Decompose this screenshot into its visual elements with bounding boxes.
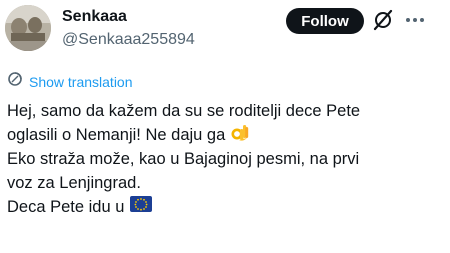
tweet-line: oglasili o Nemanji! Ne daju ga [7,123,443,147]
ok-hand-emoji [231,122,249,149]
tweet-line-text: Eko straža može, kao u Bajaginoj pesmi, … [7,150,360,168]
tweet-line: Eko straža može, kao u Bajaginoj pesmi, … [7,147,443,171]
tweet-line: voz za Lenjingrad. [7,171,443,195]
tweet-line: Hej, samo da kažem da su se roditelji de… [7,99,443,123]
tweet-line-text: voz za Lenjingrad. [7,174,141,192]
author-handle[interactable]: @Senkaaa255894 [62,31,195,49]
author-display-name[interactable]: Senkaaa [62,8,127,26]
grok-icon[interactable] [372,9,394,31]
translate-icon [7,71,23,92]
show-translation-label: Show translation [29,73,133,90]
more-dots-icon[interactable] [404,10,426,30]
avatar[interactable] [5,5,51,51]
avatar-photo [5,5,51,51]
tweet-line-text: Hej, samo da kažem da su se roditelji de… [7,102,361,120]
tweet-text: Hej, samo da kažem da su se roditelji de… [7,99,443,219]
show-translation-link[interactable]: Show translation [7,71,133,92]
tweet-line: Deca Pete idu u [7,195,443,219]
tweet-card: Senkaaa @Senkaaa255894 Follow Show trans… [0,0,450,253]
follow-button[interactable]: Follow [286,8,364,34]
tweet-line-text: oglasili o Nemanji! Ne daju ga [7,126,226,144]
tweet-line-text: Deca Pete idu u [7,198,125,216]
eu-flag-emoji [130,195,153,219]
